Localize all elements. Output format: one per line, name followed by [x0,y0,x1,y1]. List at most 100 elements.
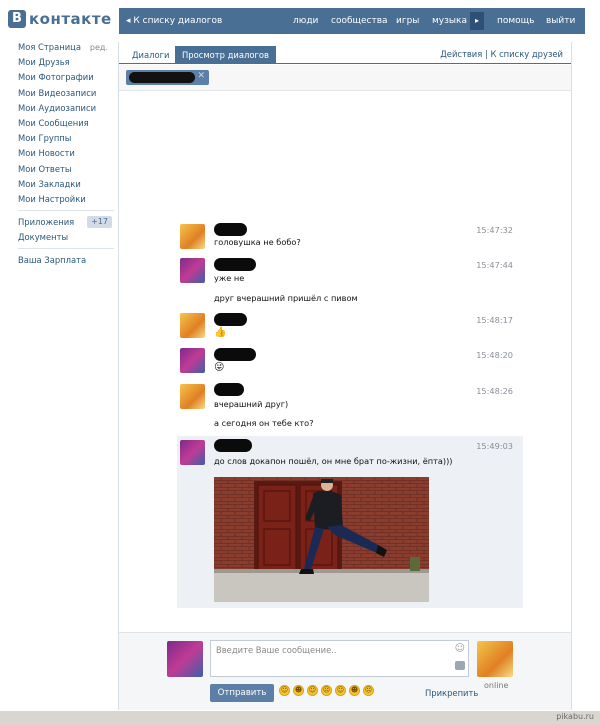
redacted-name [214,223,247,236]
message-time: 15:49:03 [476,441,513,451]
thumbs-up-icon: 👍 [214,327,227,338]
photo-image [214,477,429,602]
smiley-icon[interactable]: ☹ [321,685,332,696]
sidebar-item-photos[interactable]: Мои Фотографии [18,70,114,85]
sidebar-divider [18,210,114,212]
sidebar-item-news[interactable]: Мои Новости [18,146,114,161]
recipient-row: ✕ [119,65,571,91]
nav-more-arrow-icon[interactable]: ▸ [470,12,484,30]
avatar[interactable] [180,258,205,283]
message-text: уже не [214,273,245,283]
tab-actions-group: Действия | К списку друзей [440,49,563,59]
redacted-name [214,313,247,326]
left-sidebar: Моя Страница ред. Мои Друзья Мои Фотогра… [18,40,114,269]
my-avatar[interactable] [167,641,203,677]
smile-icon[interactable]: ☺ [455,643,465,654]
sidebar-item-messages[interactable]: Мои Сообщения [18,116,114,131]
message-time: 15:47:32 [476,225,513,235]
sidebar-item-videos[interactable]: Мои Видеозаписи [18,86,114,101]
message-item: 15:48:26 вчерашний друг) а сегодня он те… [177,380,523,432]
avatar[interactable] [180,384,205,409]
nav-communities[interactable]: сообщества [331,16,388,26]
page: B контакте ◂ К списку диалогов люди сооб… [0,0,600,725]
message-input[interactable]: Введите Ваше сообщение.. ☺ [210,640,469,677]
message-text: а сегодня он тебе кто? [214,418,314,428]
message-text: до слов докапон пошёл, он мне брат по-жи… [214,456,453,466]
watermark: pikabu.ru [556,712,594,721]
smiley-icon[interactable]: ☻ [349,685,360,696]
actions-link[interactable]: Действия [440,49,482,59]
bottom-strip: pikabu.ru [0,711,600,725]
tab-bar: Диалоги Просмотр диалогов Действия | К с… [119,42,571,64]
sidebar-divider [18,248,114,250]
message-time: 15:48:20 [476,350,513,360]
nav-help[interactable]: помощь [497,16,534,26]
redacted-name [129,72,195,83]
nav-logout[interactable]: выйти [546,16,575,26]
attached-photo[interactable] [214,477,429,602]
message-time: 15:48:26 [476,386,513,396]
smiley-icon[interactable]: ☺ [279,685,290,696]
tab-separator: | [484,49,488,59]
sidebar-item-salary[interactable]: Ваша Зарплата [18,253,114,268]
edit-link[interactable]: ред. [90,40,108,55]
avatar[interactable] [180,224,205,249]
redacted-name [214,439,252,452]
logo-mark: B [8,10,26,28]
top-bar: B контакте ◂ К списку диалогов люди сооб… [0,0,600,36]
sidebar-item-documents[interactable]: Документы [18,230,114,245]
redacted-name [214,348,256,361]
smiley-icon[interactable]: ☺ [307,685,318,696]
vk-logo[interactable]: B контакте [8,10,112,28]
redacted-name [214,383,244,396]
recipient-avatar[interactable] [477,641,513,677]
online-status: online [484,681,509,690]
friends-list-link[interactable]: К списку друзей [490,49,563,59]
apps-count-badge: +17 [87,216,112,229]
smiley-icon[interactable]: ☺ [335,685,346,696]
nav-games[interactable]: игры [396,16,419,26]
message-composer: Введите Ваше сообщение.. ☺ online Отправ… [119,632,571,710]
redacted-name [214,258,256,271]
attach-link[interactable]: Прикрепить [425,688,478,698]
tab-view-dialogs[interactable]: Просмотр диалогов [175,46,276,64]
sidebar-item-label: Моя Страница [18,42,81,52]
message-item: 15:47:32 головушка не бобо? [177,218,523,251]
sidebar-item-answers[interactable]: Мои Ответы [18,162,114,177]
camera-icon[interactable] [455,661,465,670]
sidebar-item-bookmarks[interactable]: Мои Закладки [18,177,114,192]
avatar[interactable] [180,313,205,338]
message-item: 15:48:20 😜 [177,345,523,378]
sidebar-item-label: Приложения [18,217,75,228]
nav-people[interactable]: люди [293,16,318,26]
message-item-highlighted: 15:49:03 до слов докапон пошёл, он мне б… [177,436,523,608]
sidebar-item-my-page[interactable]: Моя Страница ред. [18,40,114,55]
smiley-icon[interactable]: ☹ [363,685,374,696]
sidebar-item-settings[interactable]: Мои Настройки [18,192,114,207]
message-time: 15:47:44 [476,260,513,270]
back-to-dialogs-link[interactable]: ◂ К списку диалогов [126,16,222,26]
close-icon[interactable]: ✕ [197,71,205,81]
message-item: 15:47:44 уже не друг вчерашний пришёл с … [177,254,523,306]
sidebar-item-audio[interactable]: Мои Аудиозаписи [18,101,114,116]
sidebar-item-apps[interactable]: Приложения +17 [18,215,114,230]
message-time: 15:48:17 [476,315,513,325]
sidebar-item-friends[interactable]: Мои Друзья [18,55,114,70]
sidebar-item-groups[interactable]: Мои Группы [18,131,114,146]
tab-dialogs[interactable]: Диалоги [125,46,176,64]
logo-text: контакте [29,10,112,28]
nav-music[interactable]: музыка [432,16,467,26]
message-text: друг вчерашний пришёл с пивом [214,293,358,303]
message-text: вчерашний друг) [214,399,289,409]
message-text: головушка не бобо? [214,237,301,247]
smiley-bar: ☺ ☻ ☺ ☹ ☺ ☻ ☹ [279,685,374,696]
wink-smiley-icon: 😜 [214,362,225,373]
avatar[interactable] [180,348,205,373]
recipient-chip[interactable]: ✕ [126,70,209,85]
message-input-placeholder: Введите Ваше сообщение.. [216,645,337,655]
send-button[interactable]: Отправить [210,684,274,702]
avatar[interactable] [180,440,205,465]
dialog-panel: Диалоги Просмотр диалогов Действия | К с… [118,42,572,710]
message-item: 15:48:17 👍 [177,310,523,342]
smiley-icon[interactable]: ☻ [293,685,304,696]
